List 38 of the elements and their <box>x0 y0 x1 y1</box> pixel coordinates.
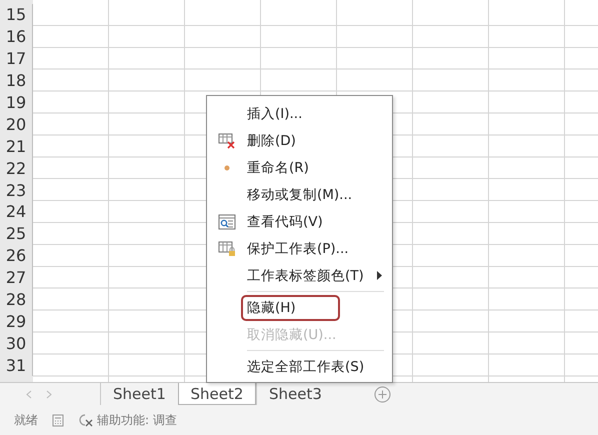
row-number: 26 <box>0 244 33 267</box>
row-number: 21 <box>0 135 33 158</box>
row-number: 22 <box>0 157 33 180</box>
row-number: 23 <box>0 179 33 202</box>
row-number: 16 <box>0 26 33 48</box>
accessibility-status[interactable]: 辅助功能: 调查 <box>97 412 177 428</box>
menu-item[interactable]: 保护工作表(P)... <box>207 235 392 262</box>
menu-item[interactable]: 插入(I)... <box>207 100 392 127</box>
sheet-tab[interactable]: Sheet2 <box>178 383 256 405</box>
row-number: 15 <box>0 4 33 26</box>
dot-icon <box>224 164 230 170</box>
sheet-lock-icon <box>218 240 236 256</box>
next-sheet-icon[interactable] <box>46 390 52 398</box>
row-number: 24 <box>0 201 33 223</box>
menu-item[interactable]: 删除(D) <box>207 127 392 154</box>
add-sheet-icon[interactable] <box>374 386 391 402</box>
menu-item[interactable]: 工作表标签颜色(T) <box>207 262 392 289</box>
row-number: 19 <box>0 92 33 114</box>
row-number: 30 <box>0 332 33 354</box>
row-number: 31 <box>0 354 33 376</box>
row-number: 18 <box>0 70 33 92</box>
menu-item[interactable]: 隐藏(H) <box>207 294 392 321</box>
accessibility-icon[interactable] <box>78 412 94 428</box>
row-number: 27 <box>0 266 33 289</box>
row-number: 17 <box>0 48 33 70</box>
view-code-icon <box>218 214 236 230</box>
calculator-icon[interactable] <box>52 414 64 426</box>
row-number: 28 <box>0 288 33 310</box>
row-number: 29 <box>0 310 33 332</box>
table-delete-icon <box>218 132 236 148</box>
previous-sheet-icon[interactable] <box>26 390 32 398</box>
menu-item[interactable]: 重命名(R) <box>207 154 392 181</box>
status-text: 就绪 <box>14 412 38 428</box>
menu-item[interactable]: 查看代码(V) <box>207 208 392 235</box>
row-number: 20 <box>0 113 33 136</box>
menu-item[interactable]: 选定全部工作表(S) <box>207 353 392 380</box>
row-number: 25 <box>0 222 33 245</box>
menu-item[interactable]: 移动或复制(M)... <box>207 181 392 208</box>
